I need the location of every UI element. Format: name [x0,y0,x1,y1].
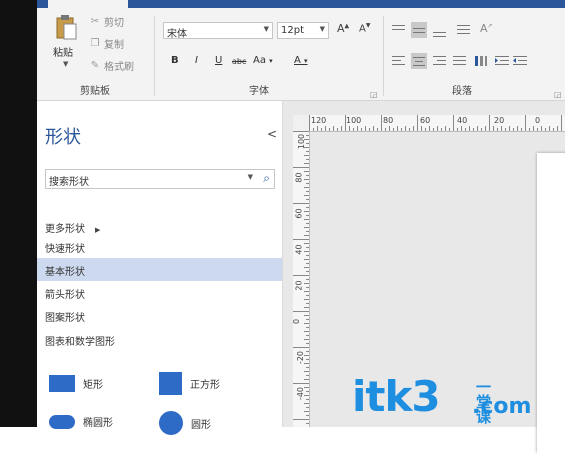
font-name-value: 宋体 [167,29,187,40]
copy-button[interactable]: ❐ 复制 [89,36,124,51]
stencil-pattern-shapes[interactable]: 图案形状 [37,304,282,327]
collapse-pane-button[interactable]: < [267,127,277,141]
cut-button[interactable]: ✂ 剪切 [89,14,124,29]
tab-home[interactable] [48,0,128,8]
grow-font-button[interactable]: A▲ [337,22,349,35]
scissors-icon: ✂ [90,16,100,27]
search-shapes-value: 搜索形状 [49,177,89,188]
ruler-label: 0 [293,319,301,324]
left-dark-strip [0,0,37,427]
shape-circle[interactable]: 圆形 [159,411,211,435]
ruler-label: 120 [311,116,327,125]
chevron-down-icon: ▼ [319,25,325,33]
submenu-arrow-icon: ▶ [95,226,101,234]
paste-icon[interactable] [55,14,77,40]
shapes-pane: 形状 < 搜索形状 ▼ ⌕ 更多形状 ▶ 快速形状 基本形状 箭头形状 图案形状 … [37,101,283,435]
align-bottom-icon[interactable] [433,25,446,37]
format-painter-label: 格式刷 [104,62,134,73]
font-color-button[interactable]: A ▾ [294,55,308,66]
paragraph-group-label: 段落 [452,86,472,97]
font-size-value: 12pt [281,25,304,36]
align-middle-icon[interactable] [411,22,427,38]
drawing-page[interactable] [537,153,565,453]
chevron-down-icon[interactable]: ▼ [248,173,253,181]
font-group-label: 字体 [249,86,269,97]
shape-rectangle[interactable]: 矩形 [49,375,103,392]
ruler-label: 0 [535,116,541,125]
copy-label: 复制 [104,40,124,51]
ruler-label: -20 [296,350,306,365]
rectangle-shape-icon [49,375,75,392]
shapes-pane-title: 形状 [45,127,81,148]
watermark-com-text: .com [472,394,532,419]
ruler-label: 60 [294,208,304,219]
chevron-down-icon: ▼ [263,25,269,33]
ruler-label: 60 [420,116,431,125]
ruler-label: 100 [297,133,307,150]
clipboard-group-label: 剪贴板 [80,86,110,97]
change-case-button[interactable]: Aa ▾ [253,55,273,66]
ruler-label: 100 [346,116,362,125]
font-size-select[interactable]: 12pt ▼ [277,22,329,39]
square-shape-icon [159,372,182,395]
group-divider [383,16,384,96]
stencil-arrow-shapes[interactable]: 箭头形状 [37,281,282,304]
horizontal-ruler[interactable]: 120 100 80 60 40 20 0 [309,115,565,132]
ruler-label: -40 [296,386,306,401]
stencil-basic-shapes[interactable]: 基本形状 [37,258,282,281]
shrink-font-button[interactable]: A▼ [359,22,370,34]
strikethrough-button[interactable]: abc [232,57,246,66]
italic-button[interactable]: I [195,55,198,66]
stencil-chart-math-shapes[interactable]: 图表和数学图形 [37,328,282,351]
align-top-icon[interactable] [392,25,405,37]
increase-indent-icon[interactable] [513,55,527,67]
ruler-label: 40 [457,116,468,125]
align-left-icon[interactable] [392,56,405,68]
paste-dropdown-icon[interactable]: ▼ [63,60,68,68]
underline-button[interactable]: U [215,55,222,66]
format-painter-button[interactable]: ✎ 格式刷 [89,58,134,73]
search-icon[interactable]: ⌕ [263,171,270,186]
vertical-ruler[interactable]: 100 80 60 40 20 0 -20 -40 [293,131,310,427]
cut-label: 剪切 [104,18,124,29]
bullet-list-icon[interactable] [457,23,470,35]
text-direction-icon[interactable] [474,54,487,66]
ruler-label: 80 [294,172,304,183]
ruler-label: 20 [494,116,505,125]
text-size-icon[interactable]: A↗ [480,22,493,35]
ribbon: 粘贴 ▼ ✂ 剪切 ❐ 复制 ✎ 格式刷 剪贴板 宋体 ▼ 12pt ▼ A▲ … [37,8,565,101]
ellipse-shape-icon [49,414,75,429]
circle-shape-icon [159,411,183,435]
shape-square[interactable]: 正方形 [159,372,220,395]
ruler-label: 80 [383,116,394,125]
brush-icon: ✎ [90,60,100,71]
font-name-select[interactable]: 宋体 ▼ [163,22,273,40]
align-center-icon[interactable] [411,53,427,69]
decrease-indent-icon[interactable] [495,55,509,67]
font-dialog-launcher-icon[interactable]: ◲ [370,90,378,99]
paragraph-dialog-launcher-icon[interactable]: ◲ [554,90,562,99]
justify-icon[interactable] [453,56,466,68]
paste-button[interactable]: 粘贴 [53,44,73,59]
watermark-main-text: itk3 [352,372,441,421]
ruler-label: 20 [294,280,304,291]
stencil-quick-shapes[interactable]: 快速形状 [37,235,282,258]
search-shapes-input[interactable]: 搜索形状 ▼ ⌕ [45,169,275,189]
bold-button[interactable]: B [171,55,179,66]
copy-icon: ❐ [90,38,100,49]
align-right-icon[interactable] [433,56,446,68]
ruler-corner [293,115,309,131]
group-divider [154,16,155,96]
ruler-label: 40 [294,244,304,255]
